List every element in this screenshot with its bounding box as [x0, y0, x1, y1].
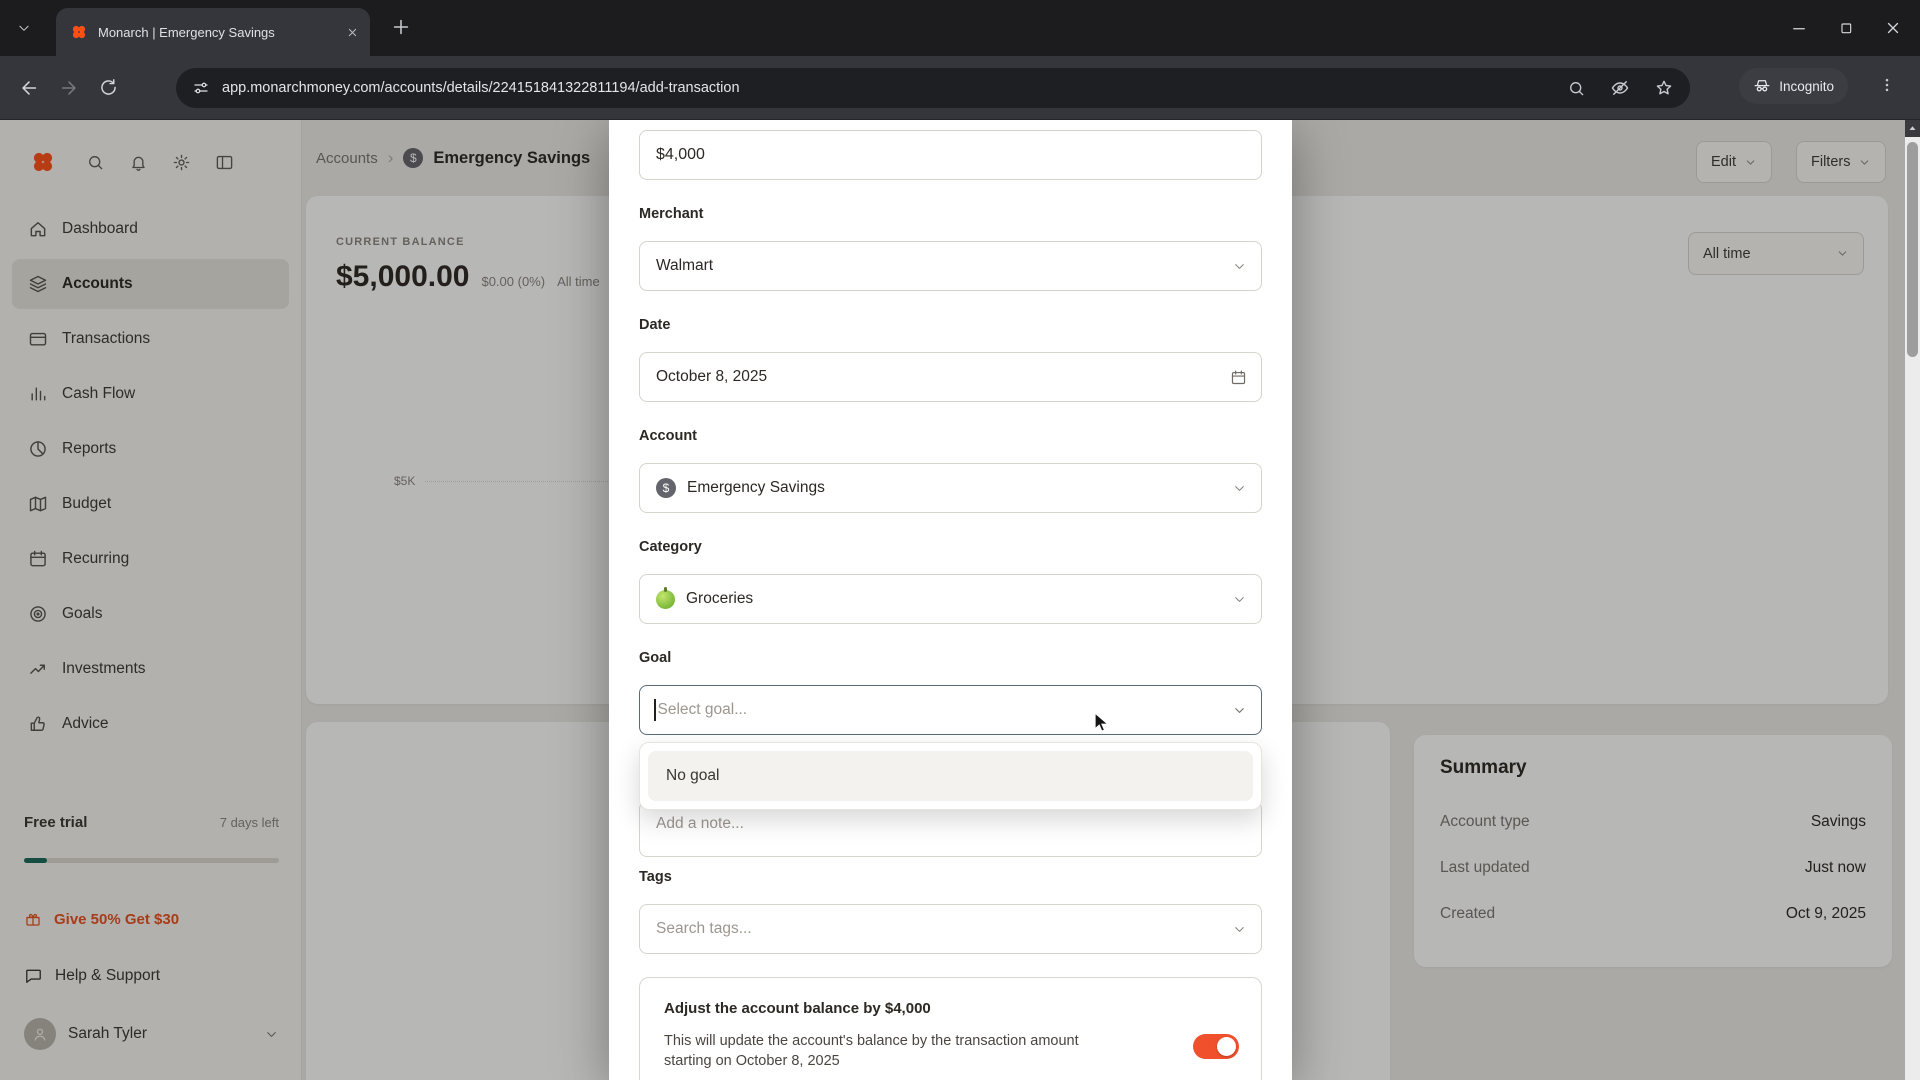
notes-placeholder: Add a note...	[656, 815, 744, 832]
merchant-label: Merchant	[639, 206, 1262, 224]
calendar-icon[interactable]	[1230, 369, 1247, 386]
merchant-value: Walmart	[656, 257, 713, 275]
merchant-select[interactable]: Walmart	[639, 241, 1262, 291]
account-select[interactable]: $ Emergency Savings	[639, 463, 1262, 513]
chevron-down-icon	[1232, 922, 1247, 937]
tags-select[interactable]: Search tags...	[639, 904, 1262, 954]
new-tab-button[interactable]	[390, 16, 412, 38]
reload-button[interactable]	[98, 77, 119, 98]
account-value: Emergency Savings	[687, 479, 825, 497]
window-close-button[interactable]	[1884, 19, 1902, 37]
browser-toolbar: app.monarchmoney.com/accounts/details/22…	[0, 56, 1920, 120]
incognito-badge: Incognito	[1739, 68, 1848, 104]
tags-label: Tags	[639, 869, 1262, 887]
adjust-balance-section: Adjust the account balance by $4,000 Thi…	[639, 977, 1262, 1080]
adjust-balance-description: This will update the account's balance b…	[664, 1031, 1104, 1071]
category-select[interactable]: Groceries	[639, 574, 1262, 624]
password-eye-off-icon[interactable]	[1610, 78, 1630, 98]
window-maximize-button[interactable]	[1838, 20, 1854, 36]
monarch-favicon	[70, 23, 88, 41]
incognito-icon	[1753, 77, 1771, 95]
browser-menu-button[interactable]	[1878, 76, 1896, 94]
date-value: October 8, 2025	[656, 368, 767, 386]
browser-tab[interactable]: Monarch | Emergency Savings	[56, 8, 370, 56]
scrollbar-up-arrow[interactable]	[1905, 120, 1920, 137]
bookmark-star-icon[interactable]	[1654, 78, 1674, 98]
tab-search-button[interactable]	[10, 14, 38, 42]
text-caret	[654, 699, 656, 721]
incognito-label: Incognito	[1779, 79, 1834, 94]
back-button[interactable]	[18, 77, 40, 99]
url-text: app.monarchmoney.com/accounts/details/22…	[222, 80, 1567, 96]
amount-value: $4,000	[656, 146, 705, 164]
scrollbar-thumb[interactable]	[1907, 142, 1918, 357]
plus-icon	[390, 16, 412, 38]
goal-option-label: No goal	[666, 767, 719, 785]
goal-label: Goal	[639, 650, 1262, 668]
account-dollar-icon: $	[656, 478, 676, 498]
goal-select-input[interactable]: Select goal...	[639, 685, 1262, 735]
amount-input[interactable]: $4,000	[639, 130, 1262, 180]
adjust-balance-title: Adjust the account balance by $4,000	[664, 1000, 1237, 1017]
account-label: Account	[639, 428, 1262, 446]
address-bar[interactable]: app.monarchmoney.com/accounts/details/22…	[176, 68, 1690, 108]
page-scrollbar[interactable]	[1905, 120, 1920, 1080]
category-label: Category	[639, 539, 1262, 557]
date-label: Date	[639, 317, 1262, 335]
chevron-down-icon	[1232, 259, 1247, 274]
close-icon	[345, 25, 360, 40]
browser-tab-strip: Monarch | Emergency Savings	[0, 0, 1920, 56]
tab-close-button[interactable]	[345, 25, 360, 40]
chevron-down-icon	[1232, 481, 1247, 496]
window-minimize-button[interactable]	[1790, 19, 1808, 37]
groceries-category-icon	[656, 590, 675, 609]
goal-placeholder: Select goal...	[658, 701, 748, 719]
forward-button[interactable]	[58, 77, 80, 99]
adjust-balance-toggle[interactable]	[1193, 1034, 1239, 1059]
site-settings-icon[interactable]	[192, 79, 210, 97]
zoom-icon[interactable]	[1567, 79, 1586, 98]
chevron-down-icon	[17, 21, 31, 35]
goal-option-no-goal[interactable]: No goal	[648, 751, 1253, 801]
tags-placeholder: Search tags...	[656, 920, 752, 938]
tab-title: Monarch | Emergency Savings	[98, 25, 335, 40]
date-input[interactable]: October 8, 2025	[639, 352, 1262, 402]
chevron-down-icon	[1232, 703, 1247, 718]
mouse-cursor	[1093, 712, 1113, 734]
goal-dropdown-menu: No goal	[639, 742, 1262, 810]
category-value: Groceries	[686, 590, 753, 608]
add-transaction-modal: $4,000 Merchant Walmart Date October 8, …	[609, 120, 1292, 1080]
chevron-down-icon	[1232, 592, 1247, 607]
